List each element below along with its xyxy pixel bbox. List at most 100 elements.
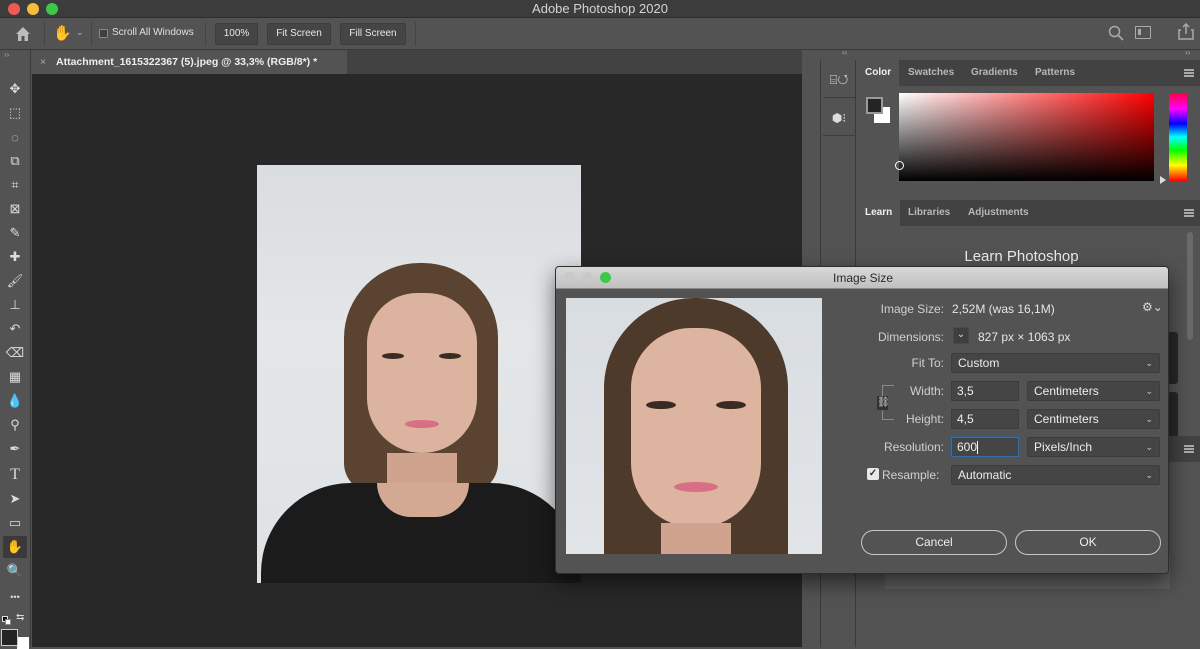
- eraser-icon: ⌫: [5, 345, 25, 360]
- learn-card[interactable]: [1168, 332, 1178, 384]
- tab-learn[interactable]: Learn: [857, 200, 901, 226]
- height-input[interactable]: 4,5: [951, 409, 1019, 429]
- resolution-input[interactable]: 600: [951, 437, 1019, 457]
- hand-tool[interactable]: ✋: [3, 536, 27, 558]
- width-label: Width:: [909, 384, 944, 398]
- document-tab-bar: × Attachment_1615322367 (5).jpeg @ 33,3%…: [32, 50, 802, 74]
- fill-screen-button[interactable]: Fill Screen: [340, 23, 406, 45]
- width-input[interactable]: 3,5: [951, 381, 1019, 401]
- path-select-tool[interactable]: ➤: [3, 488, 27, 510]
- marquee-icon: ⬚: [8, 105, 22, 120]
- dimensions-unit-dropdown[interactable]: ⌄: [953, 327, 969, 344]
- layers-panel-menu-icon[interactable]: [1184, 445, 1194, 453]
- hue-slider-handle[interactable]: [1160, 176, 1166, 184]
- workspace-icon[interactable]: [1135, 26, 1151, 39]
- brush-tool[interactable]: 🖌: [3, 270, 27, 292]
- home-icon[interactable]: [14, 25, 32, 43]
- share-icon[interactable]: [1178, 22, 1194, 45]
- pen-tool[interactable]: ✒: [3, 438, 27, 460]
- marquee-tool[interactable]: ⬚: [3, 102, 27, 124]
- tab-swatches[interactable]: Swatches: [900, 60, 962, 86]
- stamp-tool[interactable]: ⊥: [3, 294, 27, 316]
- more-tools[interactable]: •••: [3, 586, 27, 608]
- hand-icon[interactable]: ✋: [53, 24, 72, 42]
- tool-preset-chevron-icon[interactable]: ⌄: [76, 27, 84, 38]
- path-select-icon: ➤: [9, 491, 21, 506]
- zoom-100-button[interactable]: 100%: [215, 23, 258, 45]
- lasso-icon: ◌: [11, 129, 19, 145]
- resolution-unit-select[interactable]: Pixels/Inch ⌄: [1027, 437, 1160, 457]
- crop-tool[interactable]: ⌗: [3, 174, 27, 196]
- cancel-button[interactable]: Cancel: [861, 530, 1007, 555]
- rectangle-tool[interactable]: ▭: [3, 512, 27, 534]
- image-size-label: Image Size:: [880, 302, 944, 316]
- fit-screen-button[interactable]: Fit Screen: [267, 23, 331, 45]
- gradient-tool[interactable]: ▦: [3, 366, 27, 388]
- quick-select-tool[interactable]: ⧉: [3, 150, 27, 172]
- resample-value: Automatic: [958, 468, 1012, 482]
- lasso-tool[interactable]: ◌: [3, 126, 27, 148]
- history-brush-tool[interactable]: ↶: [3, 318, 27, 340]
- tab-color[interactable]: Color: [857, 60, 900, 86]
- frame-tool[interactable]: ⊠: [3, 198, 27, 220]
- type-tool[interactable]: T: [3, 464, 27, 486]
- resample-checkbox[interactable]: ✓: [867, 468, 879, 480]
- swap-colors-icon[interactable]: ⇆: [16, 612, 24, 623]
- move-tool[interactable]: ✥: [3, 78, 27, 100]
- pen-icon: ✒: [9, 441, 21, 456]
- move-icon: ✥: [9, 81, 21, 96]
- eraser-tool[interactable]: ⌫: [3, 342, 27, 364]
- learn-panel-tabs: Learn Libraries Adjustments: [857, 200, 1200, 226]
- expand-panels-icon[interactable]: ››: [1185, 48, 1190, 57]
- blur-tool[interactable]: 💧: [3, 390, 27, 412]
- crop-icon: ⌗: [11, 177, 19, 192]
- scroll-all-windows-checkbox[interactable]: [99, 29, 108, 38]
- resample-label: Resample:: [882, 468, 940, 482]
- expand-tools-icon[interactable]: ››: [4, 50, 9, 59]
- constrain-proportions-link-icon[interactable]: ⛓: [877, 396, 890, 410]
- chevron-down-icon: ⌄: [1145, 386, 1153, 396]
- width-unit-value: Centimeters: [1034, 384, 1099, 398]
- chevron-down-icon: ⌄: [1145, 470, 1153, 480]
- height-unit-select[interactable]: Centimeters ⌄: [1027, 409, 1160, 429]
- properties-panel-button[interactable]: ⬢⁝: [823, 100, 855, 136]
- healing-tool[interactable]: ✚: [3, 246, 27, 268]
- fit-to-select[interactable]: Custom ⌄: [951, 353, 1160, 373]
- width-unit-select[interactable]: Centimeters ⌄: [1027, 381, 1160, 401]
- learn-panel-menu-icon[interactable]: [1184, 209, 1194, 217]
- height-label: Height:: [905, 412, 944, 426]
- close-document-icon[interactable]: ×: [40, 50, 46, 74]
- resolution-label: Resolution:: [883, 440, 944, 454]
- history-panel-button[interactable]: ⌸↺: [823, 62, 855, 98]
- background-color-swatch[interactable]: [17, 637, 29, 649]
- learn-panel-scrollbar[interactable]: [1187, 232, 1193, 340]
- saturation-brightness-field[interactable]: [895, 93, 1154, 181]
- settings-gear-icon[interactable]: ⚙⌄: [1142, 300, 1163, 314]
- tab-adjustments[interactable]: Adjustments: [960, 200, 1037, 226]
- resample-select[interactable]: Automatic ⌄: [951, 465, 1160, 485]
- collapse-dock-icon[interactable]: ‹‹: [842, 48, 847, 57]
- color-panel-menu-icon[interactable]: [1184, 69, 1194, 77]
- zoom-tool[interactable]: 🔍: [3, 560, 27, 582]
- foreground-color-swatch[interactable]: [1, 629, 18, 646]
- tab-patterns[interactable]: Patterns: [1027, 60, 1083, 86]
- dialog-title-bar: Image Size: [556, 267, 1168, 289]
- image-preview[interactable]: [566, 298, 822, 554]
- document-tab[interactable]: × Attachment_1615322367 (5).jpeg @ 33,3%…: [32, 50, 347, 74]
- hue-slider[interactable]: [1169, 93, 1187, 181]
- title-bar: Adobe Photoshop 2020: [0, 0, 1200, 18]
- learn-card[interactable]: [1168, 392, 1178, 442]
- default-colors-icon[interactable]: [2, 616, 11, 625]
- dodge-tool[interactable]: ⚲: [3, 414, 27, 436]
- dimensions-label: Dimensions:: [877, 330, 944, 344]
- ok-button[interactable]: OK: [1015, 530, 1161, 555]
- fit-to-value: Custom: [958, 356, 1000, 370]
- app-title: Adobe Photoshop 2020: [532, 1, 668, 16]
- color-picker-handle[interactable]: [895, 161, 904, 170]
- tab-libraries[interactable]: Libraries: [900, 200, 958, 226]
- eyedropper-tool[interactable]: ✎: [3, 222, 27, 244]
- search-icon[interactable]: [1108, 25, 1124, 46]
- foreground-swatch[interactable]: [866, 97, 883, 114]
- tab-gradients[interactable]: Gradients: [963, 60, 1026, 86]
- hand-icon: ✋: [6, 539, 24, 554]
